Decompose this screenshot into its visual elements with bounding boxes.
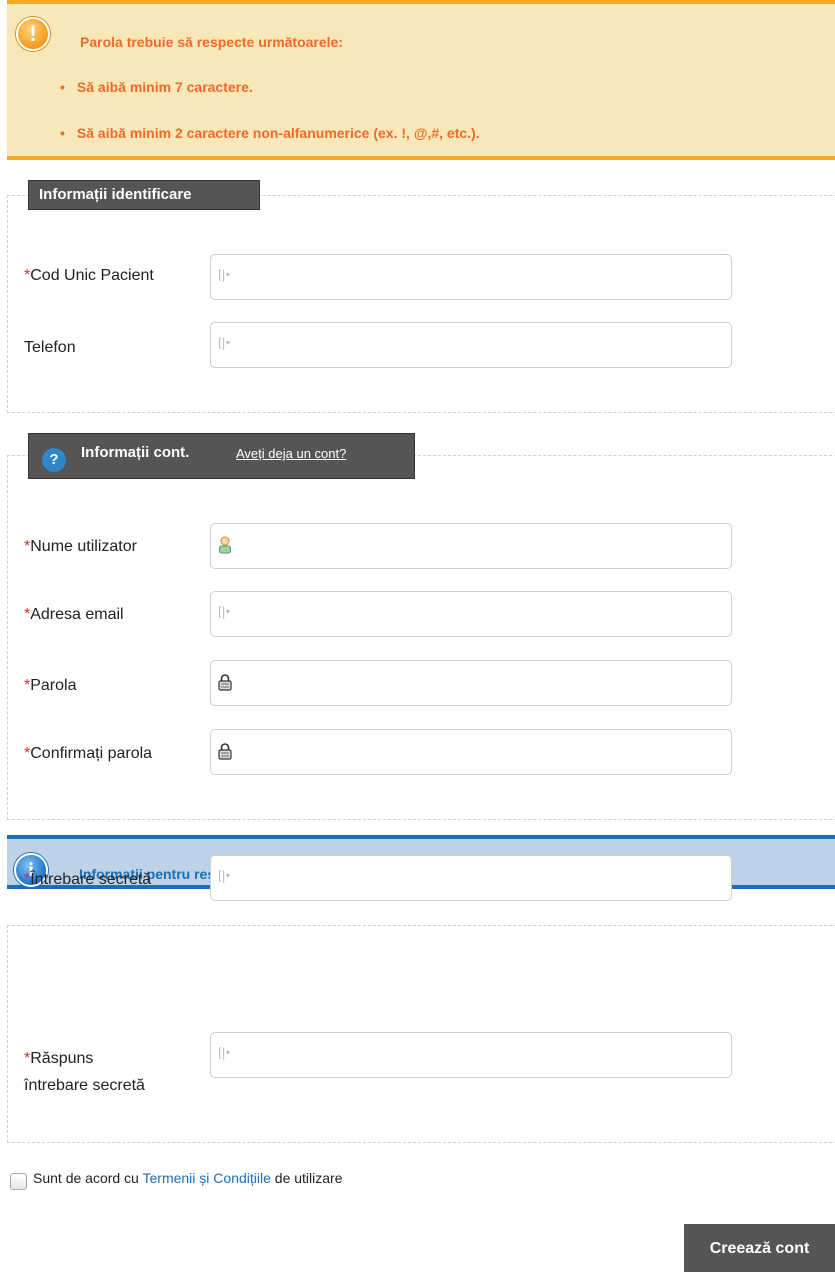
warning-title: Parola trebuie să respecte următoarele: [80, 34, 344, 50]
lock-icon [218, 674, 232, 691]
text-cursor-icon: [|‣ [218, 1046, 232, 1060]
terms-checkbox[interactable] [10, 1173, 27, 1190]
secret-answer-input[interactable]: [|‣ [210, 1032, 732, 1078]
email-input[interactable]: [|‣ [210, 591, 732, 637]
text-cursor-icon: [|‣ [218, 336, 232, 350]
terms-text: Sunt de acord cu Termenii și Condițiile … [33, 1170, 343, 1186]
existing-account-link[interactable]: Aveți deja un cont? [236, 446, 346, 461]
username-input[interactable] [210, 523, 732, 569]
identification-legend: Informații identificare [28, 180, 260, 210]
secret-question-label: *Întrebare secretă [24, 871, 152, 888]
help-icon[interactable]: ? [42, 448, 66, 472]
secret-question-input[interactable]: [|‣ [210, 855, 732, 901]
password-input[interactable] [210, 660, 732, 706]
username-label: *Nume utilizator [24, 538, 137, 555]
text-cursor-icon: [|‣ [218, 869, 232, 883]
lock-icon [218, 743, 232, 760]
phone-label: Telefon [24, 339, 76, 356]
phone-input[interactable]: [|‣ [210, 322, 732, 368]
identification-fieldset [7, 195, 835, 413]
terms-link[interactable]: Termenii și Condițiile [143, 1170, 271, 1186]
account-legend-title: Informații cont. [81, 444, 190, 461]
email-label: *Adresa email [24, 606, 124, 623]
warning-rule: Să aibă minim 7 caractere. [60, 79, 253, 95]
warning-icon: ! [16, 17, 50, 51]
user-icon [219, 536, 231, 554]
create-account-button[interactable]: Creează cont [684, 1224, 835, 1272]
confirm-password-label: *Confirmați parola [24, 745, 153, 762]
password-label: *Parola [24, 677, 77, 694]
warning-rule: Să aibă minim 2 caractere non-alfanumeri… [60, 125, 480, 141]
text-cursor-icon: [|‣ [218, 268, 232, 282]
patient-code-input[interactable]: [|‣ [210, 254, 732, 300]
text-cursor-icon: [|‣ [218, 605, 232, 619]
patient-code-label: *Cod Unic Pacient [24, 267, 154, 284]
confirm-password-input[interactable] [210, 729, 732, 775]
secret-answer-label: *Răspuns întrebare secretă [24, 1050, 145, 1094]
